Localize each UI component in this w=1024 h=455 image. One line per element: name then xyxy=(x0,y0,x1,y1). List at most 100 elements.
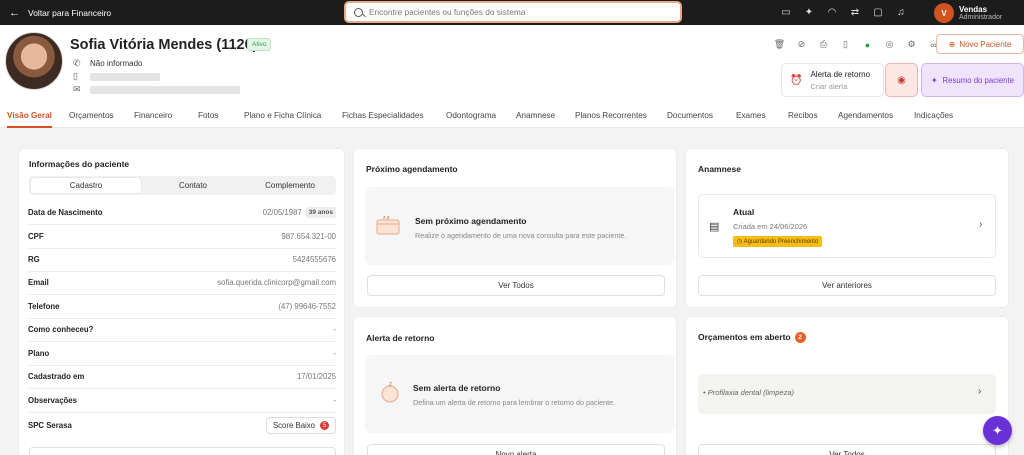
score-badge: 5 xyxy=(320,421,329,431)
next-appointment-card: Próximo agendamento z z Sem próximo agen… xyxy=(353,148,677,308)
chevron-right-icon: › xyxy=(979,219,983,230)
eye-icon: ◉ xyxy=(897,74,906,86)
globe-icon[interactable]: ◎ xyxy=(882,37,897,52)
return-alert-card-title: Alerta de retorno xyxy=(366,333,435,343)
return-alert-title: Alerta de retorno xyxy=(810,69,871,79)
user-menu[interactable]: V Vendas Administrador xyxy=(934,2,1024,24)
tab-exames[interactable]: Exames xyxy=(736,111,766,120)
tab-agendamentos[interactable]: Agendamentos xyxy=(838,111,893,120)
tab-fotos[interactable]: Fotos xyxy=(198,111,218,120)
search-placeholder: Encontre pacientes ou funções do sistema xyxy=(369,7,526,17)
top-icons: ▭ ✦ ◠ ⇄ ▢ ♫ xyxy=(779,5,908,19)
new-alert-button[interactable]: Novo alerta xyxy=(367,444,665,455)
sparkle-icon: ✦ xyxy=(992,422,1003,438)
anamnese-item[interactable]: ▤ Atual Criada em 24/06/2026 ◷ Aguardand… xyxy=(698,194,996,258)
see-all-appointments-button[interactable]: Ver Todos xyxy=(367,275,665,296)
info-row-referral: Como conheceu? - xyxy=(28,318,336,342)
chevron-right-icon: › xyxy=(978,386,982,397)
anamnese-title: Anamnese xyxy=(698,164,741,174)
return-alert-button[interactable]: ⏰ Alerta de retorno Criar alerta xyxy=(781,63,884,97)
gear-icon[interactable]: ⚙ xyxy=(904,37,919,52)
see-all-quotes-button[interactable]: Ver Todos xyxy=(698,444,996,455)
return-alert-action: Criar alerta xyxy=(810,81,848,91)
return-alert-empty: z Sem alerta de retorno Defina um alerta… xyxy=(365,355,674,433)
new-patient-button[interactable]: ⊕ Novo Paciente xyxy=(936,34,1024,54)
quotes-count-badge: 2 xyxy=(794,332,806,344)
quote-item-label: • Profilaxia dental (limpeza) xyxy=(703,388,795,397)
clipboard-icon: ▤ xyxy=(709,221,720,233)
pending-badge: ◷ Aguardando Preenchimento xyxy=(733,236,823,247)
tab-fichas-especialidades[interactable]: Fichas Especialidades xyxy=(342,111,423,120)
info-row-email: Email sofia.querida.clinicorp@gmail.com xyxy=(28,271,336,295)
info-row-plan: Plano - xyxy=(28,342,336,366)
empty-desc: Realize o agendamento de uma nova consul… xyxy=(415,231,627,240)
sparkle-icon[interactable]: ✦ xyxy=(802,5,816,19)
info-row-birth: Data de Nascimento 02/05/1987 39 anos xyxy=(28,201,336,225)
info-row-rg: RG 5424555676 xyxy=(28,248,336,272)
back-link[interactable]: ← Voltar para Financeiro xyxy=(9,7,111,19)
tab-indicacoes[interactable]: Indicações xyxy=(914,111,953,120)
arrow-left-icon: ← xyxy=(9,6,20,19)
age-badge: 39 anos xyxy=(305,206,336,218)
see-previous-button[interactable]: Ver anteriores xyxy=(698,275,996,296)
alarm-empty-icon: z xyxy=(381,382,399,403)
patient-actions: 🗑 ⊘ ⎙ ▯ ● ◎ ⚙ ∞ xyxy=(772,37,941,52)
mobile-icon: ▯ xyxy=(73,71,78,81)
anamnese-card: Anamnese ▤ Atual Criada em 24/06/2026 ◷ … xyxy=(685,148,1009,308)
message-icon[interactable]: ⇄ xyxy=(848,5,862,19)
tab-planos-recorrentes[interactable]: Planos Recorrentes xyxy=(575,111,647,120)
contact-phone: ✆ Não informado xyxy=(73,58,142,69)
video-icon[interactable]: ▭ xyxy=(779,5,793,19)
next-appointment-empty: z z Sem próximo agendamento Realize o ag… xyxy=(365,187,674,265)
bell-icon[interactable]: ♫ xyxy=(894,5,908,19)
contact-mobile: ▯ xyxy=(73,71,160,82)
segment-contato[interactable]: Contato xyxy=(141,178,245,193)
search-input[interactable]: Encontre pacientes ou funções do sistema xyxy=(344,1,682,23)
phone-device-icon[interactable]: ▯ xyxy=(838,37,853,52)
tab-odontograma[interactable]: Odontograma xyxy=(446,111,496,120)
segment-cadastro[interactable]: Cadastro xyxy=(31,178,141,193)
info-row-registered: Cadastrado em 17/01/2025 xyxy=(28,365,336,389)
redacted-email xyxy=(90,85,240,94)
whatsapp-icon[interactable]: ● xyxy=(860,37,875,52)
eye-button[interactable]: ◉ xyxy=(885,63,918,97)
tab-documentos[interactable]: Documentos xyxy=(667,111,713,120)
chat-icon[interactable]: ▢ xyxy=(871,5,885,19)
patient-avatar xyxy=(5,32,63,90)
user-role: Administrador xyxy=(959,14,1003,21)
tab-visao-geral[interactable]: Visão Geral xyxy=(7,111,52,128)
score-button[interactable]: Score Baixo 5 xyxy=(265,417,336,435)
block-icon[interactable]: ⊘ xyxy=(794,37,809,52)
phone-icon: ✆ xyxy=(73,58,81,68)
tab-financeiro[interactable]: Financeiro xyxy=(134,111,172,120)
info-row-cpf: CPF 987.654.321-00 xyxy=(28,225,336,249)
info-bottom-button[interactable] xyxy=(29,447,336,455)
open-quotes-card: Orçamentos em aberto 2 • Profilaxia denta… xyxy=(685,316,1009,455)
user-avatar: V xyxy=(934,3,954,23)
status-badge: Ativo xyxy=(247,38,272,51)
sparkle-icon: ✦ xyxy=(930,75,938,85)
tab-anamnese[interactable]: Anamnese xyxy=(516,111,555,120)
headset-icon[interactable]: ◠ xyxy=(825,5,839,19)
return-alert-card: Alerta de retorno z Sem alerta de retorn… xyxy=(353,316,677,455)
print-icon[interactable]: ⎙ xyxy=(816,37,831,52)
anamnese-item-date: Criada em 24/06/2026 xyxy=(733,222,808,231)
anamnese-item-title: Atual xyxy=(733,207,755,217)
info-row-phone: Telefone (47) 99646-7552 xyxy=(28,295,336,319)
segment-complemento[interactable]: Complemento xyxy=(245,178,335,193)
top-bar: ← Voltar para Financeiro Encontre pacien… xyxy=(0,0,1024,25)
info-segment-control: Cadastro Contato Complemento xyxy=(29,176,336,195)
back-label: Voltar para Financeiro xyxy=(28,7,112,18)
quote-item[interactable]: • Profilaxia dental (limpeza) › xyxy=(698,374,996,414)
ai-assistant-button[interactable]: ✦ xyxy=(983,416,1012,445)
tab-orcamentos[interactable]: Orçamentos xyxy=(69,111,114,120)
empty-desc: Defina um alerta de retorno para lembrar… xyxy=(413,398,616,407)
calendar-empty-icon: z z xyxy=(376,215,400,235)
mail-icon: ✉ xyxy=(73,84,81,94)
next-appointment-title: Próximo agendamento xyxy=(366,164,458,174)
patient-summary-button[interactable]: ✦ Resumo do paciente xyxy=(921,63,1024,97)
tab-recibos[interactable]: Recibos xyxy=(788,111,818,120)
tab-plano-ficha[interactable]: Plano e Ficha Clínica xyxy=(244,111,321,120)
trash-icon[interactable]: 🗑 xyxy=(772,37,787,52)
patient-name: Sofia Vitória Mendes (1120) xyxy=(70,37,258,53)
